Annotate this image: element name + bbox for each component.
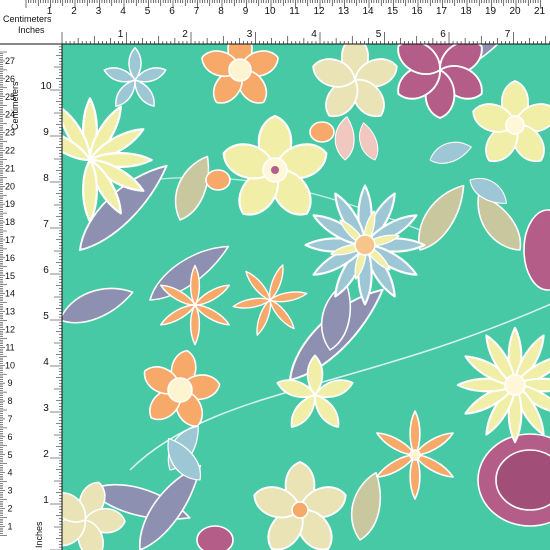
top-cm-number: 12: [313, 6, 325, 17]
left-cm-number: 27: [5, 56, 15, 66]
left-cm-number: 1: [7, 521, 12, 531]
left-cm-number: 18: [5, 217, 15, 227]
left-inches-label: Inches: [34, 521, 44, 548]
left-cm-number: 11: [5, 342, 14, 352]
left-cm-number: 9: [7, 378, 12, 388]
top-cm-number: 6: [169, 6, 175, 17]
top-cm-number: 2: [71, 6, 77, 17]
left-centimeters-label: Centimeters: [10, 81, 20, 130]
left-cm-number: 10: [5, 360, 15, 370]
left-inch-number: 7: [43, 219, 49, 230]
left-cm-number: 16: [5, 253, 15, 263]
top-inch-number: 2: [182, 29, 188, 40]
top-cm-number: 4: [120, 6, 126, 17]
left-inch-number: 10: [40, 81, 52, 92]
top-cm-number: 7: [194, 6, 200, 17]
top-inch-number: 3: [247, 29, 253, 40]
left-inch-number: 4: [43, 357, 49, 368]
left-cm-number: 5: [7, 450, 12, 460]
peach-bud: [205, 169, 231, 191]
left-inch-number: 2: [43, 449, 49, 460]
top-cm-number: 5: [145, 6, 151, 17]
top-cm-number: 3: [96, 6, 102, 17]
top-cm-number: 8: [218, 6, 224, 17]
top-inch-number: 1: [118, 29, 124, 40]
top-centimeters-label: Centimeters: [3, 14, 52, 24]
top-cm-number: 20: [509, 6, 521, 17]
left-cm-number: 4: [7, 468, 12, 478]
left-inch-number: 3: [43, 403, 49, 414]
left-inch-number: 6: [43, 265, 49, 276]
top-inch-number: 4: [311, 29, 317, 40]
left-cm-number: 3: [7, 486, 12, 496]
left-cm-number: 17: [5, 235, 15, 245]
left-cm-number: 15: [5, 271, 15, 281]
left-cm-number: 22: [5, 146, 15, 156]
left-cm-number: 13: [5, 307, 15, 317]
top-inches-label: Inches: [18, 25, 45, 35]
fabric-swatch-image: 1 2 3 4 5 6 7 8 9 10 11 12 13 14 15 16 17 18 19 20 21 123456…: [0, 0, 550, 550]
top-inch-number: 5: [376, 29, 382, 40]
left-inch-number: 8: [43, 173, 49, 184]
left-cm-number: 8: [7, 396, 12, 406]
left-inch-number: 9: [43, 127, 49, 138]
left-cm-number: 19: [5, 199, 15, 209]
top-cm-number: 14: [362, 6, 374, 17]
top-cm-number: 19: [485, 6, 497, 17]
left-cm-number: 6: [7, 432, 12, 442]
left-cm-number: 12: [5, 325, 15, 335]
left-cm-number: 14: [5, 289, 15, 299]
top-cm-number: 15: [387, 6, 399, 17]
left-cm-number: 7: [7, 414, 12, 424]
top-cm-number: 21: [534, 6, 546, 17]
left-cm-number: 20: [5, 181, 15, 191]
mauve-flower: [196, 525, 234, 550]
peach-bud: [309, 121, 335, 143]
top-cm-number: 13: [338, 6, 350, 17]
top-cm-number: 11: [289, 6, 300, 17]
left-inch-number: 1: [43, 495, 49, 506]
top-cm-number: 17: [436, 6, 448, 17]
top-cm-number: 10: [264, 6, 276, 17]
left-cm-number: 21: [5, 163, 15, 173]
left-cm-number: 2: [7, 504, 12, 514]
top-cm-number: 18: [460, 6, 472, 17]
top-inch-number: 6: [440, 29, 446, 40]
top-cm-number: 9: [243, 6, 249, 17]
left-inch-number: 5: [43, 311, 49, 322]
top-cm-number: 16: [411, 6, 423, 17]
top-inch-number: 7: [505, 29, 511, 40]
